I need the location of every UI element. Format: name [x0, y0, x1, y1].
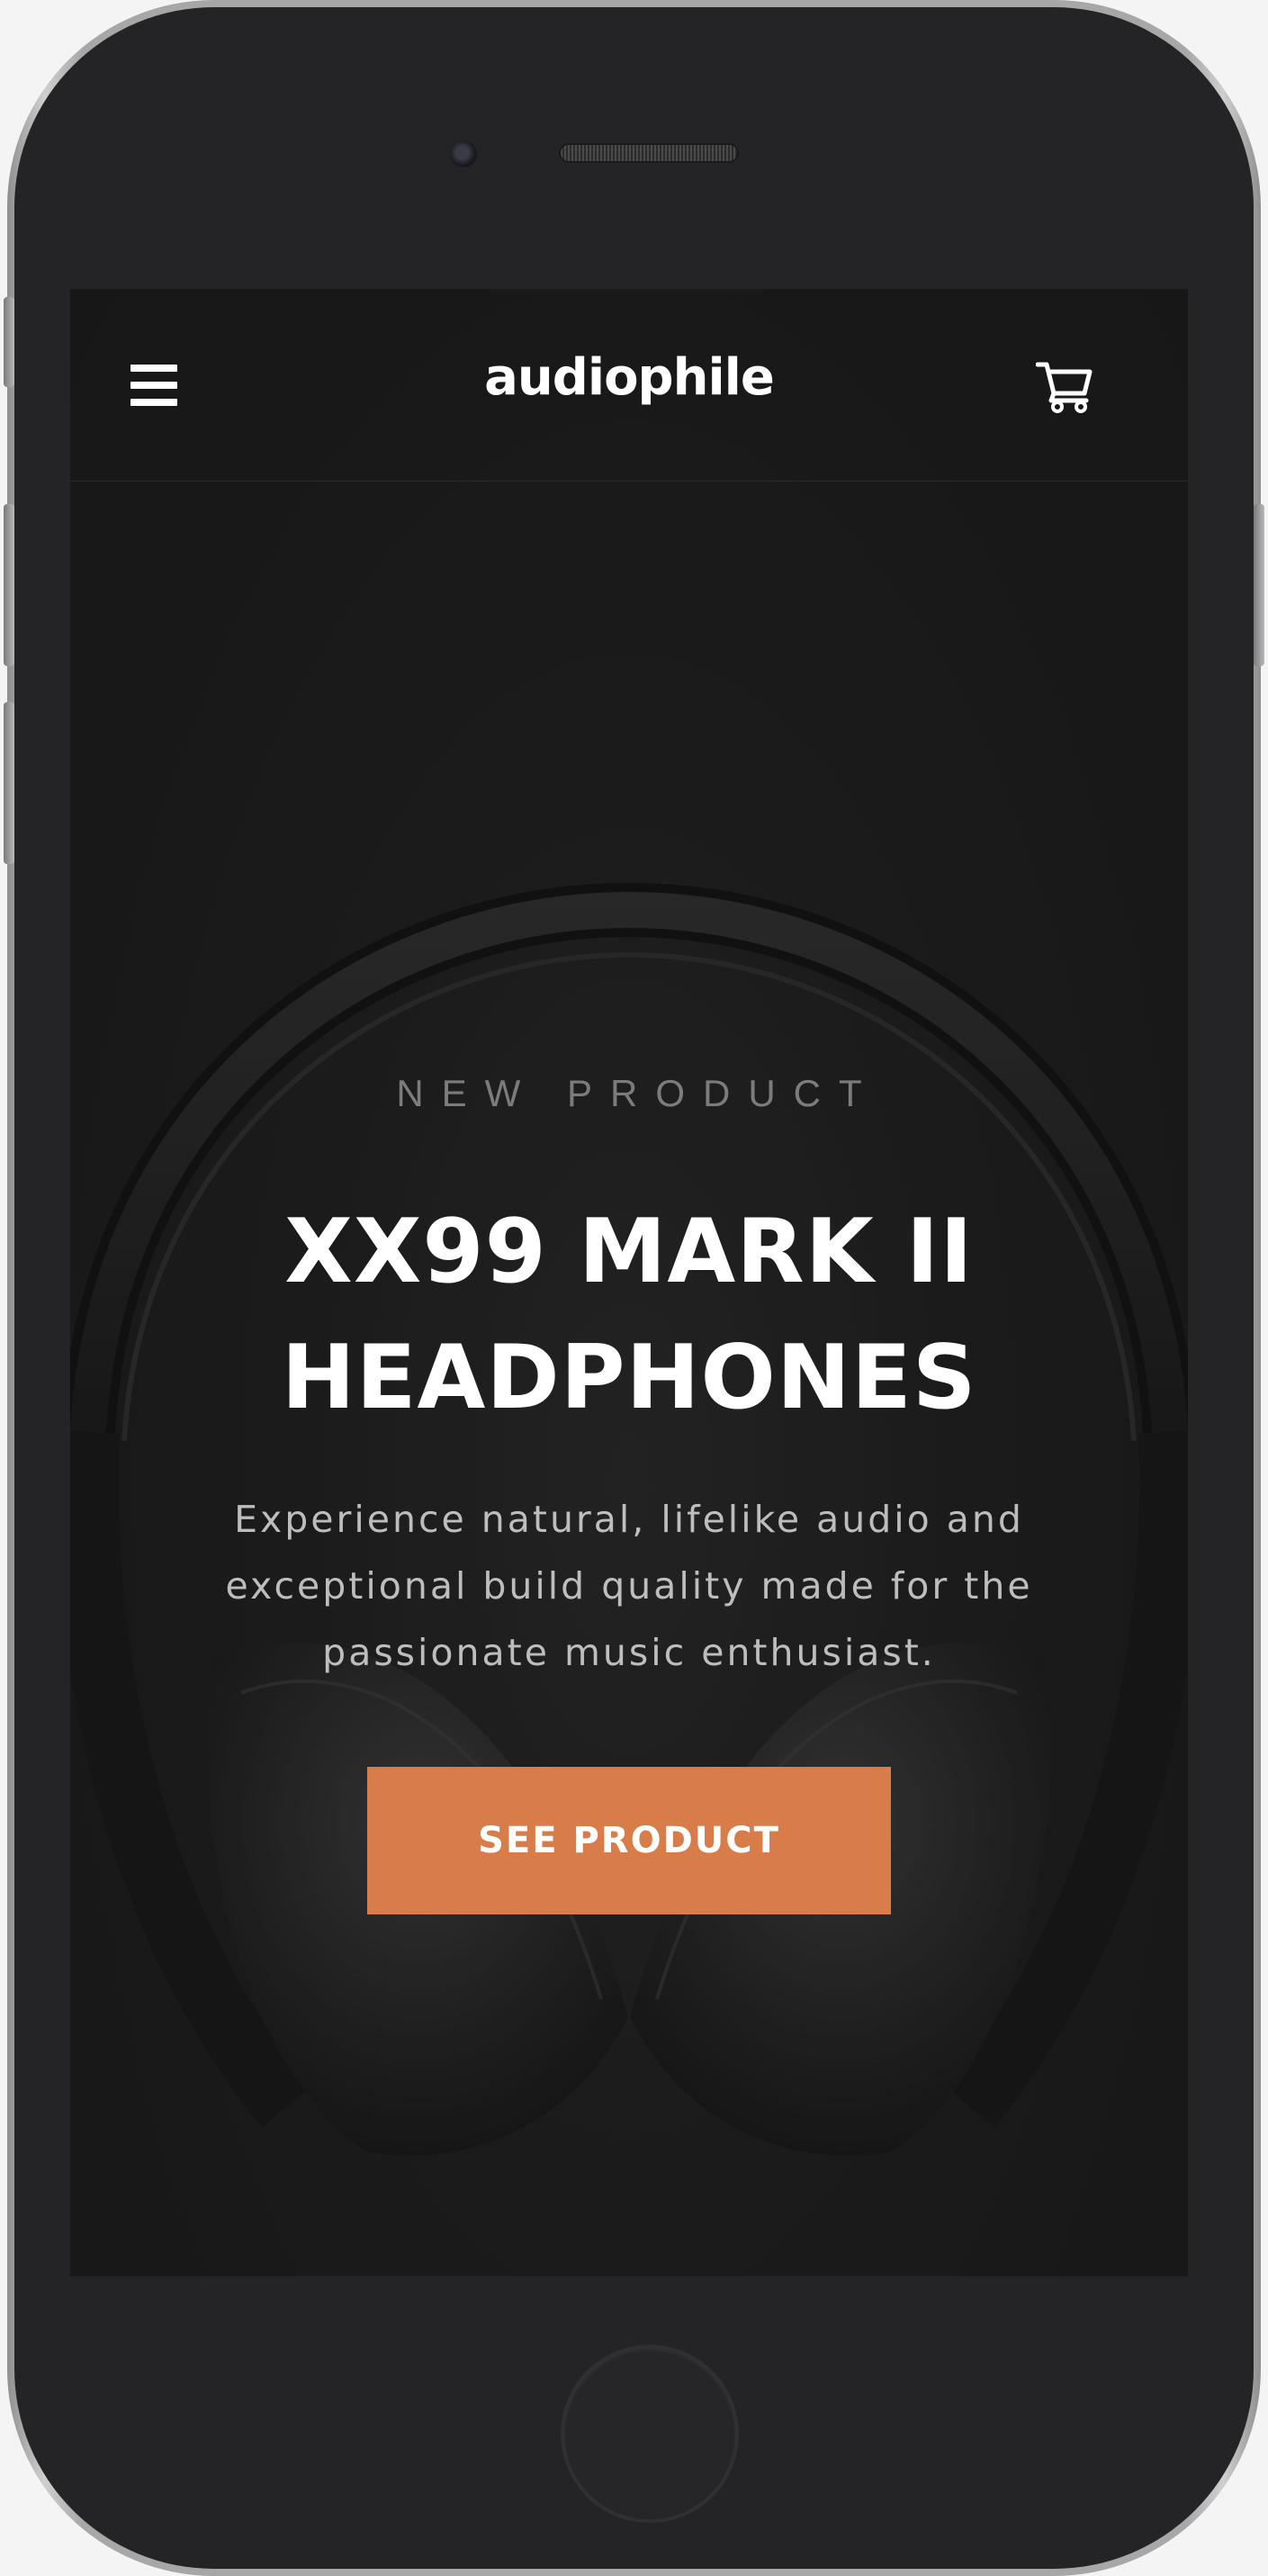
hero-title: XX99 MARK II HEADPHONES	[70, 1189, 1188, 1441]
earpiece-speaker	[559, 143, 739, 163]
front-camera	[450, 140, 477, 167]
screen: audiophile NEW PRODUCT XX99 MARK II HEAD…	[70, 289, 1188, 2276]
home-button[interactable]	[561, 2345, 739, 2523]
site-header: audiophile	[70, 289, 1188, 482]
hero-description: Experience natural, lifelike audio and e…	[225, 1498, 1033, 1674]
power-button	[1254, 504, 1264, 666]
hero-title-line1: XX99 MARK II	[284, 1201, 974, 1303]
see-product-button[interactable]: SEE PRODUCT	[367, 1767, 891, 1914]
mute-switch	[4, 297, 14, 387]
volume-up-button	[4, 504, 14, 666]
hero-overline: NEW PRODUCT	[396, 1072, 880, 1114]
shopping-cart-icon[interactable]	[1036, 359, 1093, 413]
volume-down-button	[4, 702, 14, 864]
header-divider	[70, 481, 1188, 482]
logo[interactable]: audiophile	[70, 348, 1188, 407]
hero-title-line2: HEADPHONES	[281, 1327, 977, 1429]
